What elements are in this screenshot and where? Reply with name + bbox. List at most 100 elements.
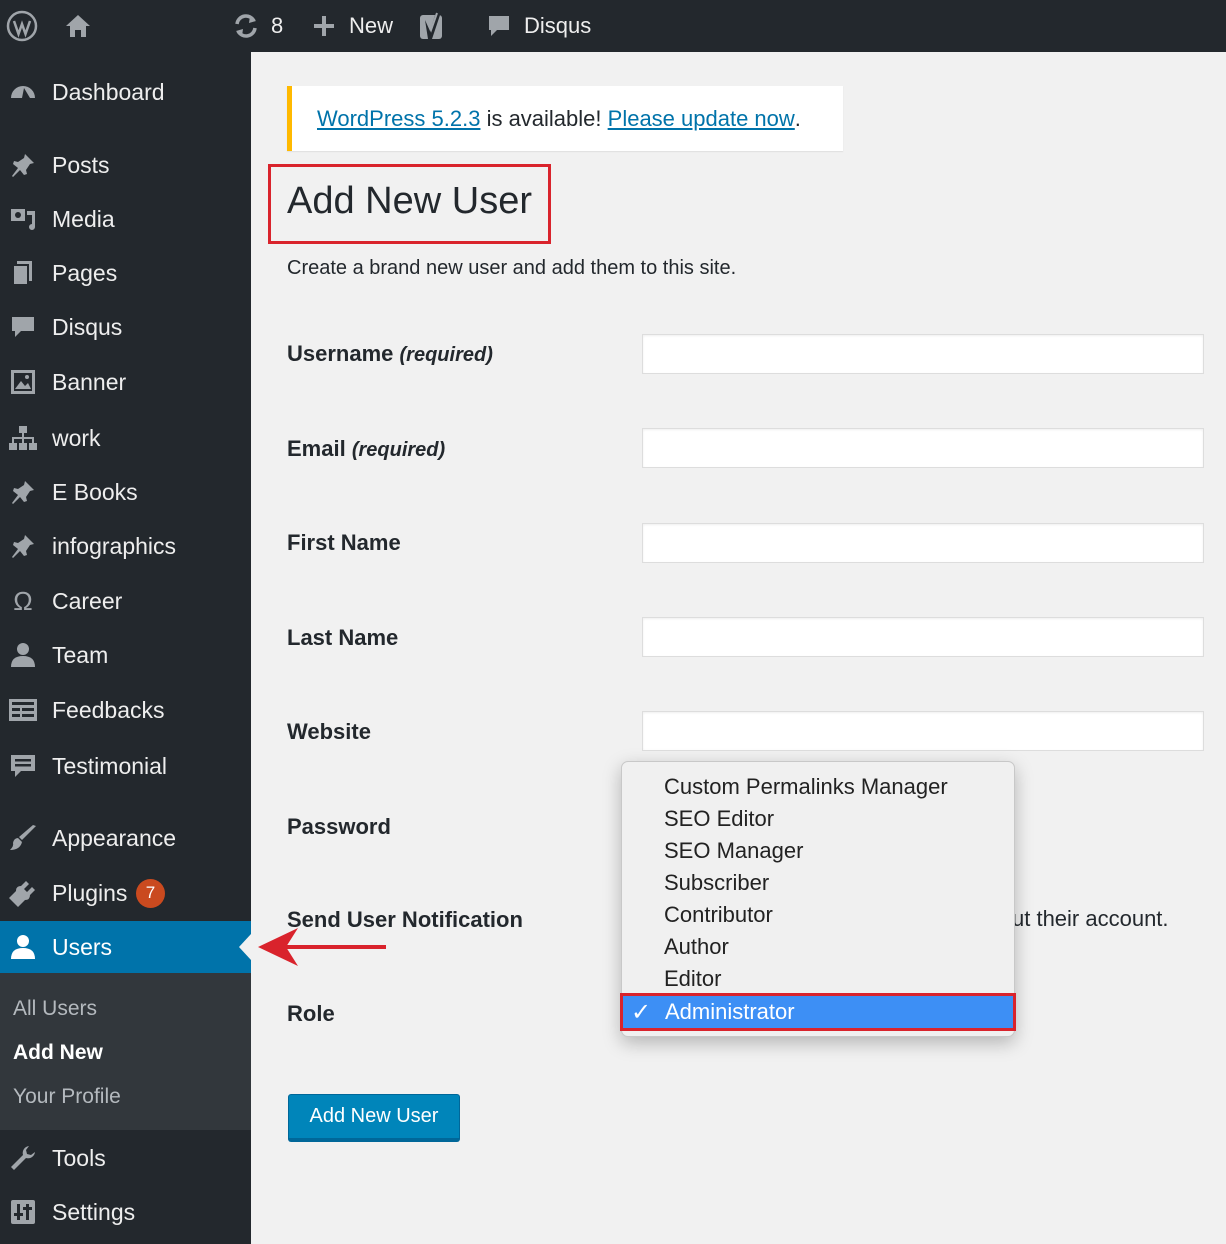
update-now-link[interactable]: Please update now [608, 106, 795, 132]
update-notice: WordPress 5.2.3 is available! Please upd… [287, 86, 843, 151]
plugin-icon [8, 878, 38, 908]
role-option-seo-editor[interactable]: SEO Editor [664, 806, 774, 832]
plus-icon [312, 14, 336, 38]
role-option-author[interactable]: Author [664, 934, 729, 960]
email-label: Email (required) [287, 436, 445, 462]
sidebar-item-label: Testimonial [52, 752, 168, 779]
user-icon [8, 932, 38, 962]
omega-icon: Ω [13, 585, 33, 616]
sidebar-item-plugins[interactable]: Plugins 7 [0, 868, 251, 918]
testimonial-icon [8, 751, 38, 781]
sidebar-item-settings[interactable]: Settings [0, 1187, 251, 1237]
media-icon [8, 204, 38, 234]
notice-text: is available! [480, 105, 608, 131]
role-option-administrator[interactable]: ✓ Administrator [620, 993, 1016, 1031]
sidebar-item-label: infographics [52, 532, 177, 559]
website-input[interactable] [642, 711, 1204, 751]
role-dropdown-menu: Custom Permalinks Manager SEO Editor SEO… [620, 761, 1016, 1037]
sidebar-item-label: Career [52, 587, 123, 614]
sidebar-item-label: Disqus [52, 313, 123, 340]
first-name-input[interactable] [642, 523, 1204, 563]
sidebar-item-media[interactable]: Media [0, 194, 251, 244]
sidebar-item-label: Appearance [52, 824, 177, 851]
sidebar-item-dashboard[interactable]: Dashboard [0, 67, 251, 117]
image-icon [8, 367, 38, 397]
page-description: Create a brand new user and add them to … [287, 257, 737, 279]
user-icon [8, 640, 38, 670]
sidebar-item-label: Users [52, 933, 113, 960]
submenu-your-profile[interactable]: Your Profile [13, 1085, 121, 1109]
settings-icon [8, 1197, 38, 1227]
sidebar-item-posts[interactable]: Posts [0, 140, 251, 190]
notice-end: . [794, 105, 801, 131]
users-submenu: All Users Add New Your Profile [0, 973, 251, 1130]
submenu-all-users[interactable]: All Users [13, 997, 97, 1021]
sidebar-item-career[interactable]: Ω Career [0, 576, 251, 626]
add-new-user-button[interactable]: Add New User [288, 1094, 460, 1141]
first-name-label: First Name [287, 530, 401, 555]
sidebar-item-label: Team [52, 641, 109, 668]
role-label: Role [287, 1001, 335, 1026]
updates-icon [231, 11, 261, 41]
sidebar-item-label: Pages [52, 259, 118, 286]
sidebar-item-e-books[interactable]: E Books [0, 467, 251, 517]
last-name-input[interactable] [642, 617, 1204, 657]
sidebar-item-label: Feedbacks [52, 696, 165, 723]
sidebar-item-label: Settings [52, 1198, 136, 1225]
updates-button[interactable]: 8 [231, 0, 283, 52]
sidebar-item-team[interactable]: Team [0, 630, 251, 680]
new-label: New [349, 13, 394, 38]
required-marker: (required) [351, 439, 446, 461]
wrench-icon [8, 1143, 38, 1173]
sidebar-item-label: Plugins [52, 879, 128, 906]
new-content-button[interactable]: New [312, 0, 393, 52]
sidebar-item-tools[interactable]: Tools [0, 1133, 251, 1183]
feedback-icon [8, 695, 38, 725]
role-option-editor[interactable]: Editor [664, 966, 721, 992]
yoast-seo-icon[interactable] [418, 0, 448, 52]
sidebar-item-label: Tools [52, 1144, 106, 1171]
wordpress-version-link[interactable]: WordPress 5.2.3 [317, 106, 480, 132]
sidebar-item-work[interactable]: work [0, 413, 251, 463]
pin-icon [8, 531, 38, 561]
send-notification-label: Send User Notification [287, 907, 523, 932]
comment-icon [486, 13, 512, 39]
dashboard-icon [8, 77, 38, 107]
sidebar-item-pages[interactable]: Pages [0, 248, 251, 298]
role-option-label: Administrator [665, 999, 795, 1024]
website-label: Website [287, 719, 371, 744]
username-input[interactable] [642, 334, 1204, 374]
sidebar-item-users[interactable]: Users [0, 921, 251, 973]
email-input[interactable] [642, 428, 1204, 468]
updates-count: 8 [271, 13, 284, 38]
pin-icon [8, 477, 38, 507]
role-option-subscriber[interactable]: Subscriber [664, 870, 769, 896]
home-icon[interactable] [64, 0, 92, 52]
plugins-update-badge: 7 [136, 878, 165, 908]
submenu-add-new[interactable]: Add New [13, 1041, 103, 1065]
role-option-custom-permalinks-manager[interactable]: Custom Permalinks Manager [664, 774, 948, 800]
sidebar-item-label: E Books [52, 478, 138, 505]
sidebar-item-disqus[interactable]: Disqus [0, 302, 251, 352]
username-label-text: Username [287, 341, 394, 366]
last-name-label: Last Name [287, 625, 399, 650]
sidebar-item-testimonial[interactable]: Testimonial [0, 741, 251, 791]
sidebar-item-banner[interactable]: Banner [0, 357, 251, 407]
sidebar-item-label: Dashboard [52, 78, 165, 105]
wordpress-logo-icon[interactable] [6, 0, 38, 52]
email-label-text: Email [287, 436, 346, 461]
sidebar-item-feedbacks[interactable]: Feedbacks [0, 685, 251, 735]
sitemap-icon [8, 423, 38, 453]
admin-bar: 8 New Disqus [0, 0, 1226, 52]
sidebar-item-label: Posts [52, 151, 110, 178]
sidebar-item-infographics[interactable]: infographics [0, 521, 251, 571]
role-option-seo-manager[interactable]: SEO Manager [664, 838, 803, 864]
brush-icon [8, 823, 38, 853]
sidebar-item-appearance[interactable]: Appearance [0, 813, 251, 863]
role-option-contributor[interactable]: Contributor [664, 902, 773, 928]
disqus-button[interactable]: Disqus [486, 0, 591, 52]
disqus-label: Disqus [524, 13, 592, 38]
password-label: Password [287, 814, 391, 839]
checkmark-icon: ✓ [631, 998, 652, 1026]
required-marker: (required) [399, 344, 493, 366]
